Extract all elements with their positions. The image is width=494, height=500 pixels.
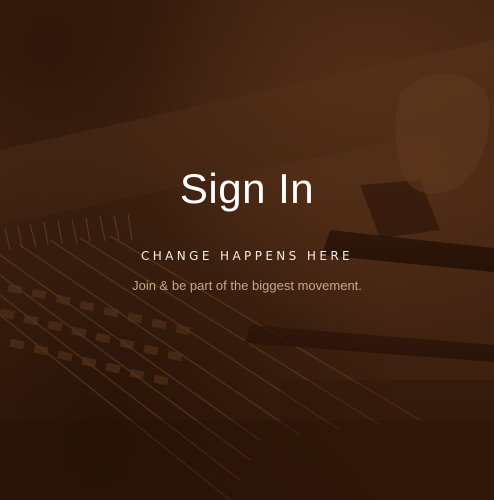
- subtitle: Join & be part of the biggest movement.: [132, 278, 362, 293]
- tagline: CHANGE HAPPENS HERE: [140, 249, 354, 263]
- sign-in-hero: Sign In CHANGE HAPPENS HERE Join & be pa…: [0, 0, 494, 500]
- page-title: Sign In: [179, 165, 315, 212]
- hero-content: Sign In CHANGE HAPPENS HERE Join & be pa…: [0, 0, 494, 500]
